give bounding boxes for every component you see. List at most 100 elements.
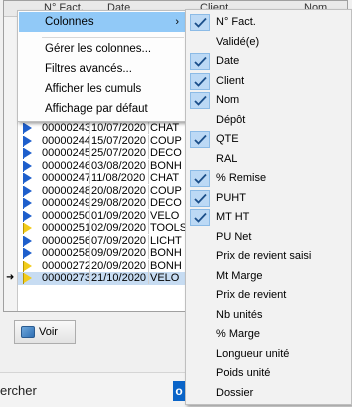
checkmark-icon: [190, 14, 210, 31]
menu-separator: [42, 37, 184, 38]
column-toggle-label: QTE: [216, 133, 239, 145]
context-menu: Colonnes › Gérer les colonnes... Filtres…: [17, 10, 187, 122]
column-toggle-item[interactable]: Poids unité: [187, 364, 350, 384]
menu-item-afficher-cumuls[interactable]: Afficher les cumuls: [19, 79, 185, 99]
column-toggle-item[interactable]: Nb unités: [187, 306, 350, 326]
current-row-pointer-icon: ➜: [6, 272, 15, 283]
column-toggle-label: Mt Marge: [216, 269, 263, 282]
menu-item-label: Filtres avancés...: [45, 63, 132, 75]
cell-date: 10/07/2020: [91, 122, 149, 134]
table-row[interactable]: 00000251 02/09/2020 TOOLS: [18, 222, 198, 235]
column-toggle-label: Dépôt: [216, 113, 246, 126]
flag-icon: [23, 185, 32, 197]
cell-num: 00000243: [42, 122, 90, 134]
cell-date: 07/09/2020: [91, 234, 149, 247]
cell-date: 03/08/2020: [91, 159, 149, 172]
outlook-icon[interactable]: o: [173, 381, 185, 401]
checkmark-icon: [190, 189, 210, 207]
menu-item-label: Affichage par défaut: [45, 103, 148, 115]
flag-icon: [23, 123, 32, 134]
column-toggle-label: PUHT: [216, 191, 246, 204]
column-toggle-label: Prix de revient saisi: [216, 250, 312, 262]
column-toggle-label: Longueur unité: [216, 347, 290, 360]
table-row[interactable]: 00000247 11/08/2020 CHAT: [18, 172, 198, 185]
column-toggle-item[interactable]: PU Net: [187, 228, 350, 248]
table-row[interactable]: 00000273 21/10/2020 VELO: [18, 272, 198, 285]
column-toggle-item[interactable]: Prix de revient saisi: [187, 247, 350, 267]
cell-date: 20/09/2020: [91, 259, 149, 272]
table-row[interactable]: 00000250 01/09/2020 VELO: [18, 209, 198, 223]
column-toggle-label: % Remise: [216, 172, 267, 184]
flag-icon: [23, 248, 32, 259]
cell-num: 00000249: [42, 197, 90, 209]
column-toggle-label: Poids unité: [216, 367, 271, 379]
flag-icon: [23, 260, 32, 272]
column-toggle-item[interactable]: N° Fact.: [187, 13, 350, 33]
column-toggle-label: MT HT: [216, 211, 250, 223]
taskbar-search-text[interactable]: ercher: [0, 383, 37, 398]
column-toggle-label: PU Net: [216, 230, 252, 243]
cell-date: 25/07/2020: [91, 147, 149, 159]
column-toggle-label: % Marge: [216, 328, 261, 340]
cell-date: 02/09/2020: [91, 222, 149, 234]
menu-item-label: Gérer les colonnes...: [45, 43, 152, 55]
column-toggle-item[interactable]: Client: [187, 72, 350, 92]
table-row[interactable]: 00000248 20/08/2020 COUP: [18, 184, 198, 198]
cell-num: 00000258: [42, 247, 90, 259]
column-toggle-item[interactable]: % Remise: [187, 169, 350, 189]
column-toggle-label: Client: [216, 74, 245, 87]
flag-icon: [23, 223, 32, 234]
checkmark-icon: [190, 53, 210, 70]
cell-num: 00000256: [42, 234, 90, 247]
voir-button[interactable]: Voir: [14, 320, 76, 344]
table-row[interactable]: 00000246 03/08/2020 BONH: [18, 159, 198, 173]
column-toggle-item[interactable]: Date: [187, 52, 350, 72]
table-row[interactable]: 00000272 20/09/2020 BONH: [18, 259, 198, 273]
column-toggle-item[interactable]: Prix de revient: [187, 286, 350, 306]
row-gutter: [4, 17, 18, 311]
checkmark-icon: [190, 131, 210, 148]
table-row[interactable]: 00000256 07/09/2020 LICHT: [18, 234, 198, 248]
column-toggle-item[interactable]: Longueur unité: [187, 345, 350, 365]
table-row[interactable]: 00000245 25/07/2020 DECO: [18, 147, 198, 160]
cell-num: 00000247: [42, 172, 90, 184]
flag-icon: [23, 210, 32, 222]
column-toggle-item[interactable]: % Marge: [187, 325, 350, 345]
checkmark-icon: [190, 170, 210, 187]
column-toggle-item[interactable]: QTE: [187, 130, 350, 150]
column-toggle-item[interactable]: Dépôt: [187, 111, 350, 131]
cell-date: 01/09/2020: [91, 209, 149, 222]
column-toggle-label: Dossier: [216, 386, 254, 399]
cell-num: 00000248: [42, 184, 90, 197]
column-toggle-item[interactable]: Nom: [187, 91, 350, 111]
checkmark-icon: [190, 92, 210, 109]
cell-date: 21/10/2020: [91, 272, 149, 284]
menu-item-label: Colonnes: [45, 16, 94, 28]
table-row[interactable]: 00000243 10/07/2020 CHAT: [18, 122, 198, 135]
column-toggle-item[interactable]: PUHT: [187, 189, 350, 209]
preview-icon: [21, 326, 35, 338]
menu-item-affichage-defaut[interactable]: Affichage par défaut: [19, 99, 185, 119]
column-toggle-item[interactable]: Mt Marge: [187, 267, 350, 287]
flag-icon: [23, 148, 32, 159]
cell-date: 09/09/2020: [91, 247, 149, 259]
column-toggle-label: Prix de revient: [216, 289, 287, 301]
column-toggle-item[interactable]: Validé(e): [187, 33, 350, 53]
menu-item-filtres-avances[interactable]: Filtres avancés...: [19, 59, 185, 79]
menu-item-colonnes[interactable]: Colonnes ›: [19, 12, 185, 32]
column-toggle-label: Validé(e): [216, 35, 260, 48]
table-row[interactable]: 00000249 29/08/2020 DECO: [18, 197, 198, 210]
cell-num: 00000272: [42, 259, 90, 272]
cell-num: 00000245: [42, 147, 90, 159]
column-toggle-label: Nb unités: [216, 308, 263, 321]
table-row[interactable]: 00000244 15/07/2020 COUP: [18, 134, 198, 148]
cell-date: 15/07/2020: [91, 134, 149, 147]
cell-date: 11/08/2020: [91, 172, 149, 184]
column-toggle-item[interactable]: Dossier: [187, 384, 350, 404]
chevron-right-icon: ›: [175, 16, 179, 28]
column-toggle-item[interactable]: MT HT: [187, 208, 350, 228]
flag-icon: [23, 135, 32, 147]
menu-item-gerer-colonnes[interactable]: Gérer les colonnes...: [19, 39, 185, 59]
table-row[interactable]: 00000258 09/09/2020 BONH: [18, 247, 198, 260]
column-toggle-item[interactable]: RAL: [187, 150, 350, 170]
